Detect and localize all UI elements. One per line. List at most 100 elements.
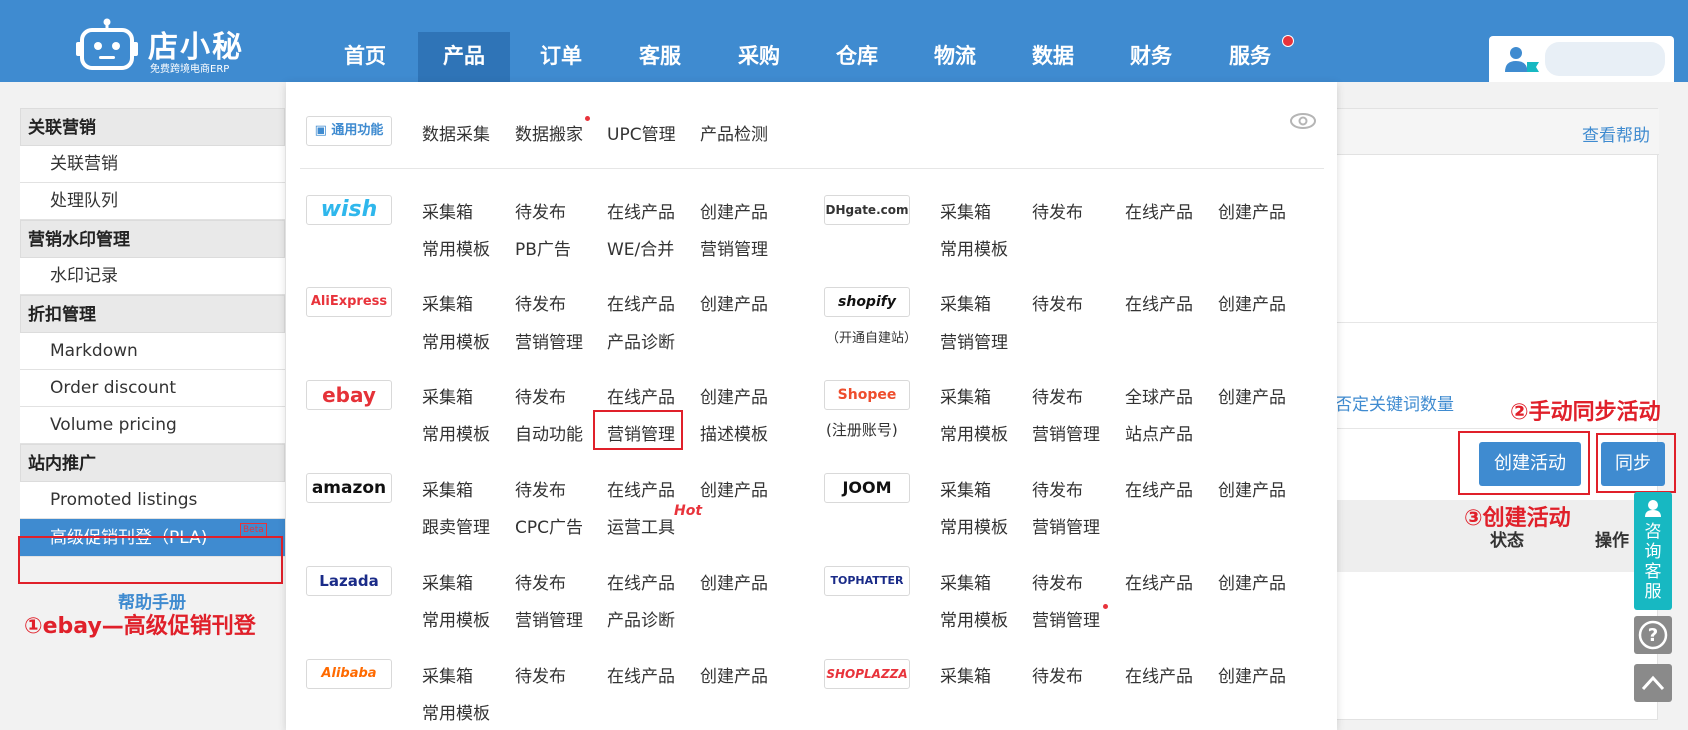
aliexpress-pending[interactable]: 待发布 [515, 290, 566, 315]
amazon-pending[interactable]: 待发布 [515, 476, 566, 501]
ebay-description-templates[interactable]: 描述模板 [700, 420, 768, 445]
tophatter-collect-box[interactable]: 采集箱 [940, 569, 991, 594]
help-button[interactable]: ? [1634, 616, 1672, 654]
tophatter-pending[interactable]: 待发布 [1032, 569, 1083, 594]
ebay-collect-box[interactable]: 采集箱 [422, 383, 473, 408]
joom-pending[interactable]: 待发布 [1032, 476, 1083, 501]
wish-marketing[interactable]: 营销管理 [700, 235, 768, 260]
dhgate-templates[interactable]: 常用模板 [940, 235, 1008, 260]
sidebar-item-watermark-records[interactable]: 水印记录 [20, 258, 285, 295]
aliexpress-marketing[interactable]: 营销管理 [515, 328, 583, 353]
amazon-ops-tools[interactable]: 运营工具 [607, 513, 675, 538]
dhgate-collect-box[interactable]: 采集箱 [940, 198, 991, 223]
lazada-pending[interactable]: 待发布 [515, 569, 566, 594]
amazon-cpc-ads[interactable]: CPC广告 [515, 513, 583, 538]
dhgate-pending[interactable]: 待发布 [1032, 198, 1083, 223]
shopify-collect-box[interactable]: 采集箱 [940, 290, 991, 315]
shopee-pending[interactable]: 待发布 [1032, 383, 1083, 408]
ebay-online[interactable]: 在线产品 [607, 383, 675, 408]
lazada-create[interactable]: 创建产品 [700, 569, 768, 594]
wish-create[interactable]: 创建产品 [700, 198, 768, 223]
lazada-diagnosis[interactable]: 产品诊断 [607, 606, 675, 631]
nav-purchase[interactable]: 采购 [724, 32, 794, 82]
alibaba-templates[interactable]: 常用模板 [422, 699, 490, 724]
lazada-templates[interactable]: 常用模板 [422, 606, 490, 631]
shoplazza-pending[interactable]: 待发布 [1032, 662, 1083, 687]
wish-collect-box[interactable]: 采集箱 [422, 198, 473, 223]
shopify-pending[interactable]: 待发布 [1032, 290, 1083, 315]
menu-upc[interactable]: UPC管理 [607, 120, 676, 145]
nav-services[interactable]: 服务 [1215, 32, 1285, 82]
alibaba-online[interactable]: 在线产品 [607, 662, 675, 687]
menu-data-collection[interactable]: 数据采集 [422, 120, 490, 145]
nav-data[interactable]: 数据 [1018, 32, 1088, 82]
wish-pending[interactable]: 待发布 [515, 198, 566, 223]
column-operation[interactable]: 操作 [1595, 526, 1629, 551]
wish-we-merge[interactable]: WE/合并 [607, 235, 674, 260]
joom-create[interactable]: 创建产品 [1218, 476, 1286, 501]
aliexpress-online[interactable]: 在线产品 [607, 290, 675, 315]
joom-marketing[interactable]: 营销管理 [1032, 513, 1100, 538]
back-to-top-button[interactable] [1634, 664, 1672, 702]
tophatter-create[interactable]: 创建产品 [1218, 569, 1286, 594]
joom-collect-box[interactable]: 采集箱 [940, 476, 991, 501]
sidebar-item-related-marketing[interactable]: 关联营销 [20, 146, 285, 183]
nav-customer-service[interactable]: 客服 [625, 32, 695, 82]
alibaba-collect-box[interactable]: 采集箱 [422, 662, 473, 687]
nav-products[interactable]: 产品 [418, 32, 510, 82]
alibaba-create[interactable]: 创建产品 [700, 662, 768, 687]
nav-warehouse[interactable]: 仓库 [822, 32, 892, 82]
sidebar-item-promoted-listings[interactable]: Promoted listings [20, 482, 285, 519]
shoplazza-online[interactable]: 在线产品 [1125, 662, 1193, 687]
aliexpress-collect-box[interactable]: 采集箱 [422, 290, 473, 315]
shopee-marketing[interactable]: 营销管理 [1032, 420, 1100, 445]
consult-service-button[interactable]: 咨 询 客 服 [1634, 492, 1672, 610]
amazon-collect-box[interactable]: 采集箱 [422, 476, 473, 501]
view-help-link[interactable]: 查看帮助 [1582, 121, 1650, 146]
shopify-note[interactable]: （开通自建站） [826, 327, 917, 346]
shoplazza-collect-box[interactable]: 采集箱 [940, 662, 991, 687]
shopee-collect-box[interactable]: 采集箱 [940, 383, 991, 408]
menu-product-check[interactable]: 产品检测 [700, 120, 768, 145]
ebay-auto-functions[interactable]: 自动功能 [515, 420, 583, 445]
shopify-online[interactable]: 在线产品 [1125, 290, 1193, 315]
lazada-marketing[interactable]: 营销管理 [515, 606, 583, 631]
nav-finance[interactable]: 财务 [1116, 32, 1186, 82]
sidebar-item-markdown[interactable]: Markdown [20, 333, 285, 370]
nav-logistics[interactable]: 物流 [920, 32, 990, 82]
shopee-global[interactable]: 全球产品 [1125, 383, 1193, 408]
app-logo[interactable]: 店小秘 免费跨境电商ERP [76, 12, 246, 75]
alibaba-pending[interactable]: 待发布 [515, 662, 566, 687]
sidebar-item-volume-pricing[interactable]: Volume pricing [20, 407, 285, 444]
wish-templates[interactable]: 常用模板 [422, 235, 490, 260]
ebay-templates[interactable]: 常用模板 [422, 420, 490, 445]
ebay-pending[interactable]: 待发布 [515, 383, 566, 408]
amazon-follow-sell[interactable]: 跟卖管理 [422, 513, 490, 538]
wish-online[interactable]: 在线产品 [607, 198, 675, 223]
joom-templates[interactable]: 常用模板 [940, 513, 1008, 538]
sidebar-item-order-discount[interactable]: Order discount [20, 370, 285, 407]
shopify-marketing[interactable]: 营销管理 [940, 328, 1008, 353]
ebay-create[interactable]: 创建产品 [700, 383, 768, 408]
amazon-online[interactable]: 在线产品 [607, 476, 675, 501]
shopee-create[interactable]: 创建产品 [1218, 383, 1286, 408]
shopee-site-products[interactable]: 站点产品 [1125, 420, 1193, 445]
lazada-online[interactable]: 在线产品 [607, 569, 675, 594]
nav-home[interactable]: 首页 [330, 32, 400, 82]
tophatter-online[interactable]: 在线产品 [1125, 569, 1193, 594]
eye-icon[interactable] [1289, 112, 1317, 130]
dhgate-create[interactable]: 创建产品 [1218, 198, 1286, 223]
user-menu[interactable] [1489, 36, 1674, 82]
amazon-create[interactable]: 创建产品 [700, 476, 768, 501]
shopee-templates[interactable]: 常用模板 [940, 420, 1008, 445]
wish-pb-ads[interactable]: PB广告 [515, 235, 571, 260]
tophatter-marketing[interactable]: 营销管理 [1032, 606, 1100, 631]
dhgate-online[interactable]: 在线产品 [1125, 198, 1193, 223]
sidebar-item-queue[interactable]: 处理队列 [20, 183, 285, 220]
shopee-note[interactable]: (注册账号) [826, 419, 898, 440]
tophatter-templates[interactable]: 常用模板 [940, 606, 1008, 631]
shoplazza-create[interactable]: 创建产品 [1218, 662, 1286, 687]
joom-online[interactable]: 在线产品 [1125, 476, 1193, 501]
aliexpress-templates[interactable]: 常用模板 [422, 328, 490, 353]
aliexpress-create[interactable]: 创建产品 [700, 290, 768, 315]
